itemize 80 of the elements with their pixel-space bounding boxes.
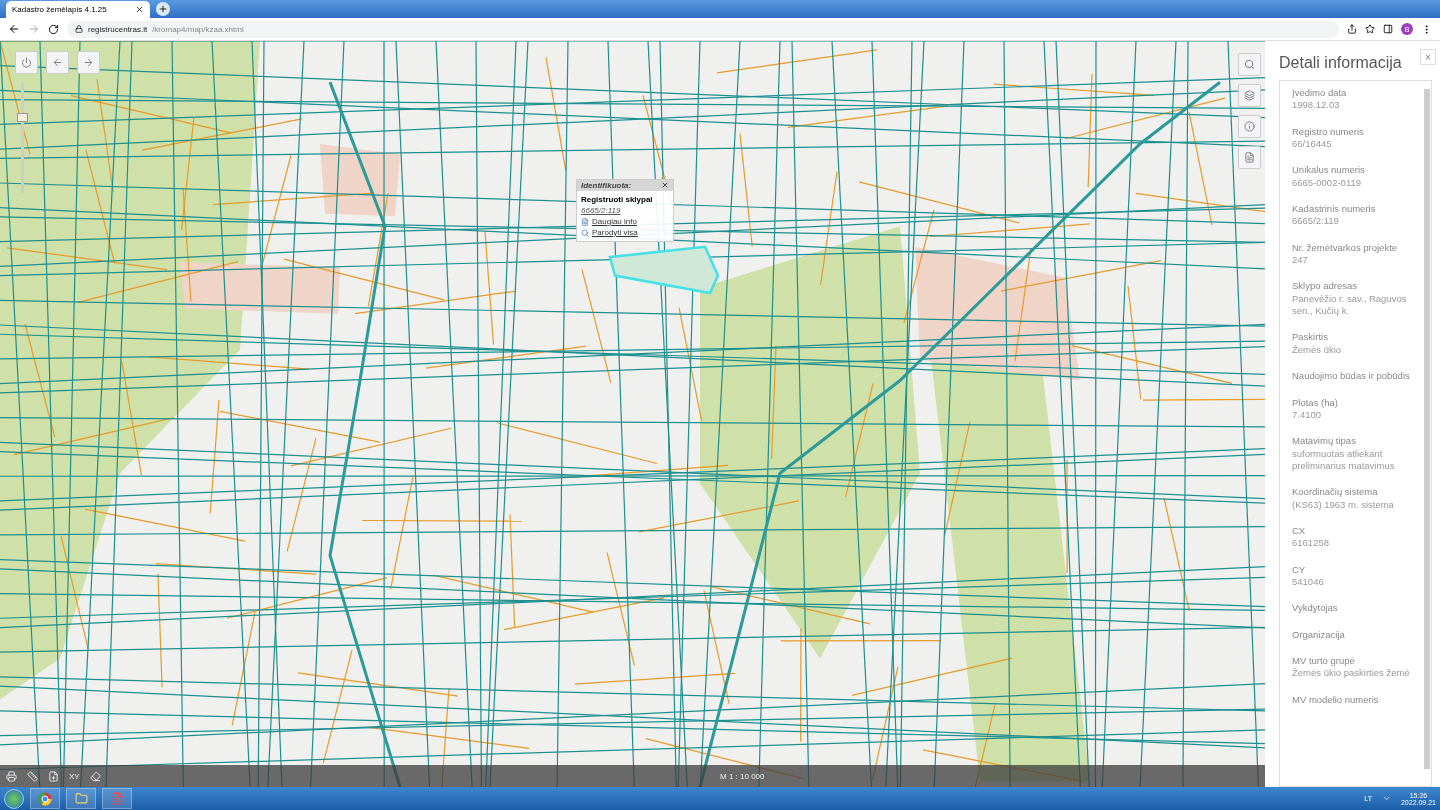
document-tool-button[interactable] [1238,146,1261,169]
plus-icon [158,4,168,14]
field-label: Kadastrinis numeris [1292,203,1377,216]
start-button[interactable] [4,788,24,809]
panel-title: Detali informacija [1279,54,1402,72]
field-value: 6665/2:119 [1292,215,1340,228]
field-value: 6161258 [1292,537,1330,550]
field-label: Nr. žemėtvarkos projekte [1292,241,1399,255]
star-icon[interactable] [1365,24,1375,34]
share-icon[interactable] [1347,24,1357,34]
field-label: Naudojimo būdas ir pobūdis [1292,370,1411,383]
document-icon [581,217,589,226]
field-label: CX [1292,524,1307,538]
popup-link[interactable]: Daugiau info [581,217,669,226]
ruler-icon[interactable] [27,770,38,782]
power-button[interactable] [15,51,38,74]
folder-icon [74,792,88,805]
back-icon[interactable] [8,23,20,35]
field-label: Sklypo adresas [1292,280,1358,293]
field-value: Žemės ūkio [1292,343,1343,357]
field-label: Registro numeris [1292,125,1365,139]
field-label: CY [1292,563,1307,576]
map-scale: M 1 : 10 000 [720,771,765,781]
field-label: Unikalus numeris [1292,164,1366,177]
zoom-thumb[interactable] [17,113,28,122]
info-tool-button[interactable] [1238,115,1261,138]
parcel-number[interactable]: 6665/2:119 [581,206,669,215]
field-value: 541046 [1292,575,1325,589]
forward-button[interactable] [77,51,100,74]
field-label: Koordinačių sistema [1292,486,1379,499]
search-tool-button[interactable] [1238,53,1261,76]
reload-icon[interactable] [48,23,59,35]
pdf-icon [110,792,124,805]
field-label: Organizacija [1292,628,1346,641]
field-value: 247 [1292,254,1309,267]
field-label: Vykdytojas [1292,602,1339,615]
layers-tool-button[interactable] [1238,84,1261,107]
new-tab-button[interactable] [156,2,170,16]
field-label: MV turto grupė [1292,654,1356,668]
document-icon [1244,152,1255,163]
info-icon [1244,121,1255,132]
forward-icon [83,57,94,68]
xy-tool[interactable]: XY [69,771,80,781]
back-button[interactable] [46,51,69,74]
field-label: Paskirtis [1292,331,1329,344]
field-value: 66/16445 [1292,138,1333,151]
eraser-icon[interactable] [89,770,101,782]
pdf-taskbar-button[interactable] [102,788,132,809]
field-value: 6665-0002-0119 [1292,176,1363,190]
field-value: 7.4100 [1292,408,1323,422]
search-icon [1244,59,1255,70]
field-value: Panevėžio r. sav., Raguvos sen., Kučių k. [1292,292,1408,318]
browser-taskbar-button[interactable] [30,788,60,809]
lock-icon [75,25,83,33]
field-label: Įvedimo data [1292,87,1348,100]
field-value: 1998.12.03 [1292,99,1341,112]
back-icon [52,57,63,68]
address-field[interactable]: registrucentras.lt /kromap4/map/kzaa.xhtml [67,20,1339,38]
field-value: suformuotas atliekant preliminarius matavimus [1292,447,1396,473]
field-value: (KS63) 1963 m. sistema [1292,498,1395,511]
folder-taskbar-button[interactable] [66,788,96,809]
popup-link[interactable]: Parodyti visa [581,228,669,237]
field-label: Matavimų tipas [1292,435,1357,448]
close-button[interactable]: × [1420,49,1436,65]
close-icon[interactable] [661,181,669,189]
close-icon[interactable] [135,5,144,14]
field-value: Žemės ūkio paskirties žemė [1292,667,1411,680]
search-icon [581,228,589,237]
scrollbar[interactable] [1424,89,1430,769]
popup-title: Identifikuota: [581,181,632,190]
power-icon [21,57,32,68]
browser-icon [38,791,52,806]
browser-tab[interactable]: Kadastro žemėlapis 4.1.25 [6,1,150,18]
side-panel-icon[interactable] [1383,24,1393,34]
printer-icon[interactable] [6,770,17,782]
field-label: Plotas (ha) [1292,396,1339,409]
popup-heading: Registruoti sklypai [581,195,654,204]
layers-icon [1244,90,1255,101]
field-label: MV modelio numeris [1292,693,1380,706]
document-icon[interactable] [48,770,59,782]
